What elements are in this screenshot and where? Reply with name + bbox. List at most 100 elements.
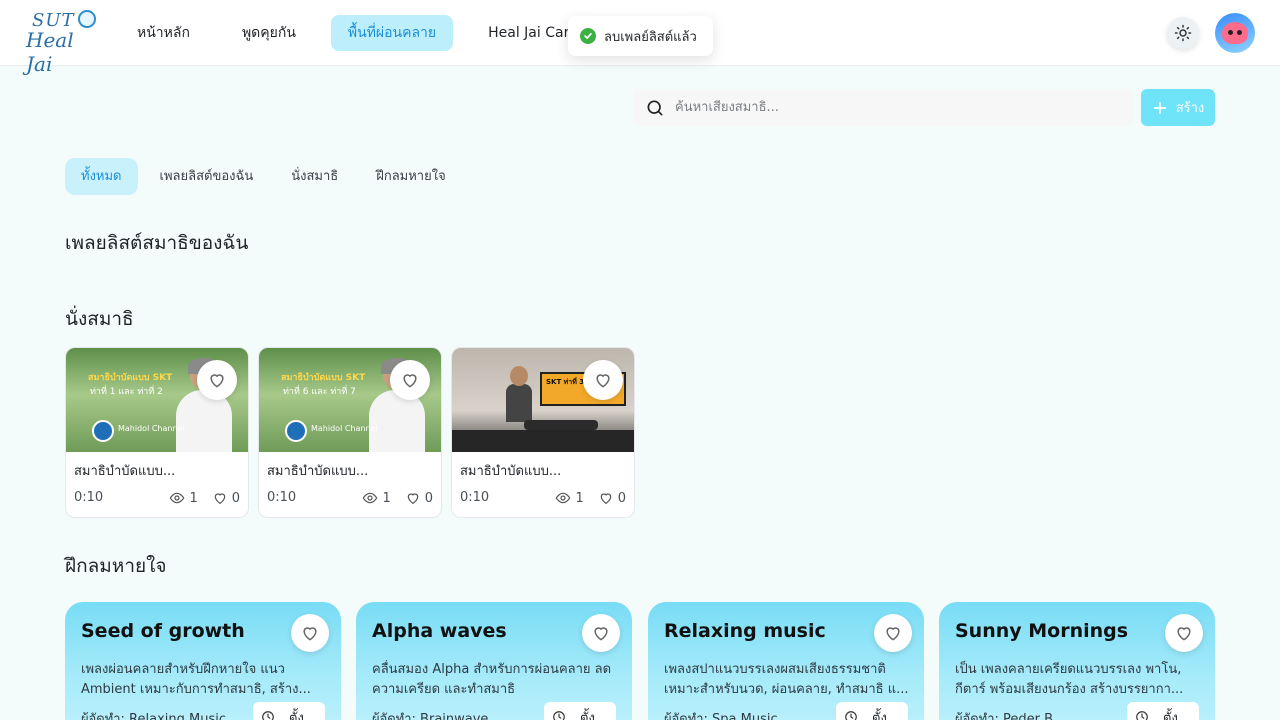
video-stats: 1 0	[555, 490, 626, 506]
video-stats: 1 0	[362, 490, 433, 506]
user-avatar[interactable]	[1215, 13, 1255, 53]
timer-label: ตั้ง	[580, 710, 595, 720]
nav-home[interactable]: หน้าหลัก	[120, 15, 207, 51]
heart-icon	[596, 374, 610, 388]
favorite-button[interactable]	[583, 360, 623, 400]
eye-icon	[170, 492, 185, 504]
avatar-character	[1222, 22, 1248, 44]
tab-meditation[interactable]: นั่งสมาธิ	[275, 158, 354, 195]
thumbnail-bed	[452, 430, 634, 452]
video-duration: 0:10	[460, 490, 490, 505]
toast-message: ลบเพลย์ลิสต์แล้ว	[604, 29, 697, 45]
playlist-author: ผู้จัดทำ: Peder B.	[955, 712, 1058, 720]
heart-icon	[886, 627, 900, 641]
eye-icon	[556, 492, 571, 504]
playlist-title: Alpha waves	[372, 620, 507, 642]
playlist-description: คลื่นสมอง Alpha สำหรับการผ่อนคลาย ลดความ…	[372, 662, 612, 697]
playlist-card[interactable]: Relaxing music เพลงสปาแนวบรรเลงผสมเสียงธ…	[648, 602, 924, 720]
favorite-button[interactable]	[874, 614, 912, 652]
plus-icon	[1153, 101, 1166, 114]
category-tabs: ทั้งหมด เพลยลิสต์ของฉัน นั่งสมาธิ ฝึกลมห…	[65, 158, 468, 195]
video-card[interactable]: สมาธิบำบัดแบบ SKT ท่าที่ 1 และ ท่าที่ 2 …	[65, 347, 249, 518]
eye-icon	[363, 492, 378, 504]
video-duration: 0:10	[267, 490, 297, 505]
thumbnail-subtitle: ท่าที่ 1 และ ท่าที่ 2	[90, 387, 163, 397]
logo-face-icon	[78, 10, 96, 28]
view-count: 1	[189, 490, 198, 506]
set-timer-button[interactable]: ตั้ง	[253, 702, 325, 720]
clock-icon	[553, 711, 565, 720]
section-title-breathing: ฝึกลมหายใจ	[65, 555, 167, 577]
playlist-description: เพลงสปาแนวบรรเลงผสมเสียงธรรมชาติ เหมาะสำ…	[664, 662, 909, 697]
search-bar	[633, 89, 1133, 126]
toast-notification: ลบเพลย์ลิสต์แล้ว	[568, 16, 713, 56]
playlist-author: ผู้จัดทำ: Brainwave	[372, 712, 489, 720]
playlist-card[interactable]: Sunny Mornings เป็น เพลงคลายเครียดแนวบรร…	[939, 602, 1215, 720]
tab-my-playlists[interactable]: เพลยลิสต์ของฉัน	[144, 158, 270, 195]
playlist-card[interactable]: Alpha waves คลื่นสมอง Alpha สำหรับการผ่อ…	[356, 602, 632, 720]
timer-label: ตั้ง	[872, 710, 887, 720]
thumbnail-title: สมาธิบำบัดแบบ SKT	[281, 373, 366, 383]
heart-icon	[600, 493, 611, 505]
section-title-my-playlists: เพลยลิสต์สมาธิของฉัน	[65, 232, 249, 254]
create-button-label: สร้าง	[1175, 101, 1205, 116]
clock-icon	[845, 711, 857, 720]
thumbnail-channel: Mahidol Channel	[311, 424, 378, 433]
playlist-card[interactable]: Seed of growth เพลงผ่อนคลายสำหรับฝึกหายใ…	[65, 602, 341, 720]
nav-chat[interactable]: พูดคุยกัน	[225, 15, 313, 51]
set-timer-button[interactable]: ตั้ง	[544, 702, 616, 720]
heart-icon	[210, 374, 224, 388]
thumbnail-channel: Mahidol Channel	[118, 424, 185, 433]
like-count: 0	[424, 490, 433, 506]
video-card[interactable]: สมาธิบำบัดแบบ SKT ท่าที่ 6 และ ท่าที่ 7 …	[258, 347, 442, 518]
timer-label: ตั้ง	[289, 710, 304, 720]
playlist-description: เป็น เพลงคลายเครียดแนวบรรเลง พาโน, กีตาร…	[955, 662, 1184, 697]
favorite-button[interactable]	[197, 360, 237, 400]
heart-icon	[1177, 627, 1191, 641]
main-nav: หน้าหลัก พูดคุยกัน พื้นที่ผ่อนคลาย Heal …	[120, 15, 613, 51]
clock-icon	[262, 711, 274, 720]
favorite-button[interactable]	[291, 614, 329, 652]
sut-heal-jai-logo[interactable]: SUT Heal Jai	[24, 8, 100, 76]
set-timer-button[interactable]: ตั้ง	[836, 702, 908, 720]
playlist-title: Relaxing music	[664, 620, 826, 642]
favorite-button[interactable]	[582, 614, 620, 652]
clock-icon	[1136, 711, 1148, 720]
view-count: 1	[575, 490, 584, 506]
heart-icon	[214, 493, 225, 505]
video-title: สมาธิบำบัดแบบ...	[74, 464, 176, 479]
nav-relax-space[interactable]: พื้นที่ผ่อนคลาย	[330, 15, 454, 51]
tab-breathing[interactable]: ฝึกลมหายใจ	[360, 158, 461, 195]
thumbnail-title: สมาธิบำบัดแบบ SKT	[88, 373, 173, 383]
heart-icon	[403, 374, 417, 388]
set-timer-button[interactable]: ตั้ง	[1127, 702, 1199, 720]
heart-icon	[594, 627, 608, 641]
video-title: สมาธิบำบัดแบบ...	[267, 464, 369, 479]
mahidol-logo-icon	[285, 420, 307, 442]
search-icon	[647, 100, 663, 115]
thumbnail-person	[504, 366, 534, 426]
logo-text-line2: Heal Jai	[26, 28, 74, 76]
thumbnail-subtitle: ท่าที่ 6 และ ท่าที่ 7	[283, 387, 356, 397]
section-title-meditation: นั่งสมาธิ	[65, 308, 134, 330]
thumbnail-legs	[524, 420, 598, 430]
video-title: สมาธิบำบัดแบบ...	[460, 464, 562, 479]
theme-toggle-button[interactable]	[1167, 17, 1199, 49]
thumbnail-title: SKT ท่าที่ 3	[546, 378, 585, 386]
playlist-author: ผู้จัดทำ: Spa Music	[664, 712, 778, 720]
like-count: 0	[617, 490, 626, 506]
search-input[interactable]	[675, 100, 1105, 115]
like-count: 0	[231, 490, 240, 506]
video-duration: 0:10	[74, 490, 104, 505]
sun-icon	[1174, 24, 1192, 42]
heart-icon	[303, 627, 317, 641]
playlist-title: Sunny Mornings	[955, 620, 1129, 642]
timer-label: ตั้ง	[1163, 710, 1178, 720]
favorite-button[interactable]	[390, 360, 430, 400]
tab-all[interactable]: ทั้งหมด	[65, 158, 138, 195]
playlist-description: เพลงผ่อนคลายสำหรับฝึกหายใจ แนว Ambient เ…	[81, 662, 311, 697]
favorite-button[interactable]	[1165, 614, 1203, 652]
video-stats: 1 0	[169, 490, 240, 506]
create-playlist-button[interactable]: สร้าง	[1141, 89, 1215, 126]
video-card[interactable]: SKT ท่าที่ 3 สมาธิบำบัดแบบ... 0:10 1 0	[451, 347, 635, 518]
